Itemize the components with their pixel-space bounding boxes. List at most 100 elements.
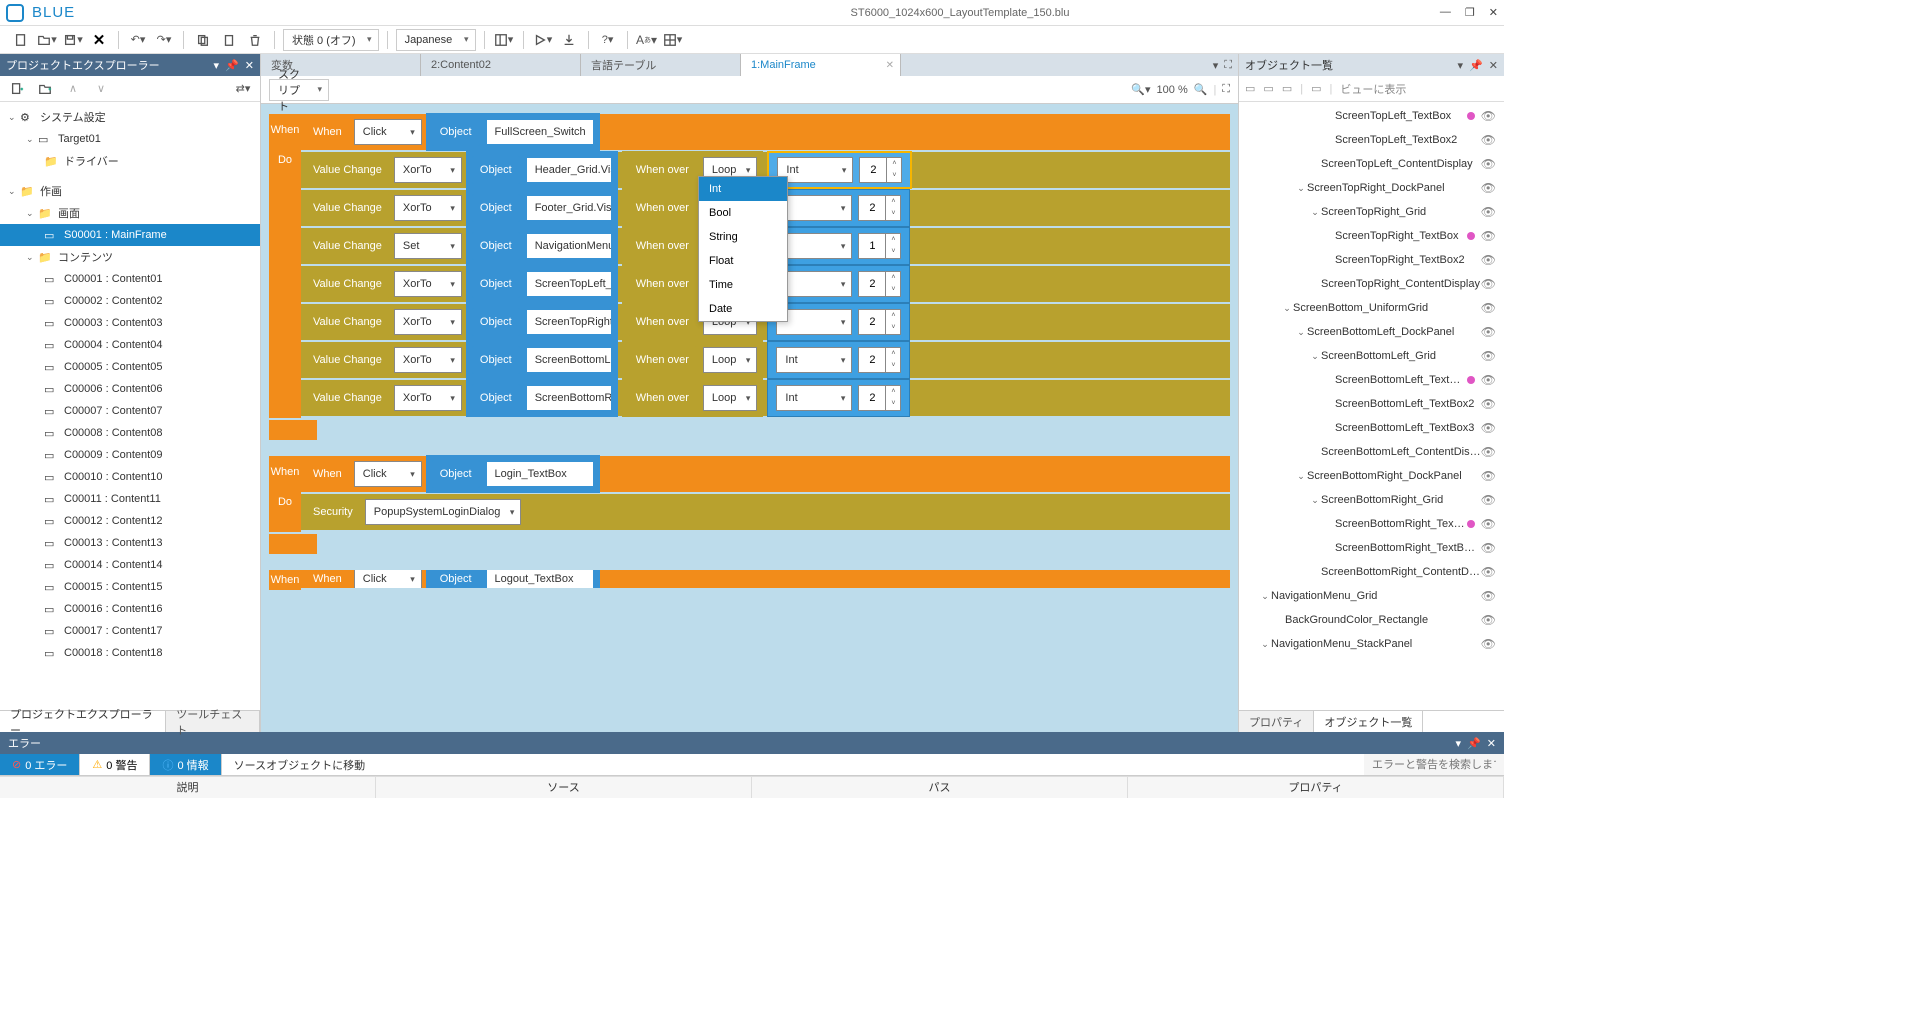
redo-icon[interactable]: ↷▾: [153, 29, 175, 51]
error-search-input[interactable]: [1364, 754, 1504, 775]
visibility-icon[interactable]: 👁: [1481, 589, 1496, 603]
copy-icon[interactable]: [192, 29, 214, 51]
delete-icon[interactable]: [244, 29, 266, 51]
object-tree-item[interactable]: ScreenBottomLeft_TextBox👁: [1239, 368, 1504, 392]
doc-tab[interactable]: 2:Content02: [421, 54, 581, 76]
tree-content-item[interactable]: ▭C00017 : Content17: [0, 620, 260, 642]
value-spinner[interactable]: ˄˅: [859, 157, 902, 183]
tree-content-item[interactable]: ▭C00018 : Content18: [0, 642, 260, 664]
object-field[interactable]: NavigationMenu_G: [526, 233, 612, 259]
op-select[interactable]: Set: [394, 233, 462, 259]
tree-content-item[interactable]: ▭C00011 : Content11: [0, 488, 260, 510]
dropdown-icon[interactable]: ▾: [1458, 59, 1464, 72]
spinner-up-icon[interactable]: ˄: [886, 348, 900, 360]
dropdown-icon[interactable]: ▾: [214, 59, 220, 72]
when-event-select[interactable]: Click: [354, 119, 422, 145]
spinner-down-icon[interactable]: ˅: [886, 398, 900, 410]
save-icon[interactable]: ▾: [62, 29, 84, 51]
object-field[interactable]: ScreenBottomLeft_C: [526, 347, 612, 373]
object-field[interactable]: ScreenTopRight_Gri: [526, 309, 612, 335]
dropdown-item[interactable]: Date: [699, 297, 787, 321]
new-file-icon[interactable]: [10, 29, 32, 51]
object-tree-item[interactable]: ⌄NavigationMenu_Grid👁: [1239, 584, 1504, 608]
col-property[interactable]: プロパティ: [1128, 777, 1504, 798]
tree-mainframe[interactable]: ▭S00001 : MainFrame: [0, 224, 260, 246]
object-field[interactable]: Footer_Grid.Visibilit: [526, 195, 612, 221]
spinner-down-icon[interactable]: ˅: [886, 208, 900, 220]
object-tree-item[interactable]: ScreenTopRight_ContentDisplay👁: [1239, 272, 1504, 296]
paste-icon[interactable]: [218, 29, 240, 51]
visibility-icon[interactable]: 👁: [1481, 157, 1496, 171]
visibility-icon[interactable]: 👁: [1481, 469, 1496, 483]
object-tree-item[interactable]: ⌄ScreenBottom_UniformGrid👁: [1239, 296, 1504, 320]
object-tree-item[interactable]: ScreenTopRight_TextBox👁: [1239, 224, 1504, 248]
object-tree-item[interactable]: ⌄ScreenBottomLeft_Grid👁: [1239, 344, 1504, 368]
visibility-icon[interactable]: 👁: [1481, 325, 1496, 339]
object-field[interactable]: FullScreen_Switch: [486, 119, 594, 145]
tree-gamen[interactable]: ⌄📁画面: [0, 202, 260, 224]
tree-content-item[interactable]: ▭C00007 : Content07: [0, 400, 260, 422]
spinner-up-icon[interactable]: ˄: [886, 196, 900, 208]
type-select[interactable]: Int: [776, 347, 852, 373]
zoom-in-icon[interactable]: 🔍: [1194, 83, 1208, 96]
doc-tab[interactable]: 1:MainFrame✕: [741, 54, 901, 76]
op-select[interactable]: XorTo: [394, 385, 462, 411]
tree-content-item[interactable]: ▭C00005 : Content05: [0, 356, 260, 378]
close-panel-icon[interactable]: ✕: [245, 59, 254, 72]
script-select[interactable]: スクリプト: [269, 79, 329, 101]
close-panel-icon[interactable]: ✕: [1487, 737, 1496, 750]
pin-icon[interactable]: 📌: [225, 59, 239, 72]
security-select[interactable]: PopupSystemLoginDialog: [365, 499, 522, 525]
object-field[interactable]: Header_Grid.Visibili: [526, 157, 612, 183]
nav-up-icon[interactable]: ∧: [62, 78, 84, 100]
visibility-icon[interactable]: 👁: [1481, 301, 1496, 315]
tree-content-item[interactable]: ▭C00016 : Content16: [0, 598, 260, 620]
dropdown-item[interactable]: String: [699, 225, 787, 249]
spinner-up-icon[interactable]: ˄: [886, 272, 900, 284]
close-panel-icon[interactable]: ✕: [1489, 59, 1498, 72]
dropdown-icon[interactable]: ▾: [1456, 737, 1462, 750]
tree-content-item[interactable]: ▭C00004 : Content04: [0, 334, 260, 356]
op-select[interactable]: XorTo: [394, 157, 462, 183]
value-spinner[interactable]: ˄˅: [858, 347, 901, 373]
dropdown-item[interactable]: Time: [699, 273, 787, 297]
zoom-out-icon[interactable]: 🔍▾: [1131, 83, 1150, 96]
object-tree-item[interactable]: ⌄ScreenBottomRight_DockPanel👁: [1239, 464, 1504, 488]
visibility-icon[interactable]: 👁: [1481, 637, 1496, 651]
tree-content-item[interactable]: ▭C00014 : Content14: [0, 554, 260, 576]
spinner-down-icon[interactable]: ˅: [886, 360, 900, 372]
grid-icon[interactable]: ▾: [662, 29, 684, 51]
whenover-select[interactable]: Loop: [703, 347, 757, 373]
visibility-icon[interactable]: 👁: [1481, 445, 1496, 459]
language-select[interactable]: Japanese: [396, 29, 476, 51]
minimize-button[interactable]: —: [1440, 6, 1451, 19]
type-select[interactable]: Int: [777, 157, 853, 183]
spinner-input[interactable]: [859, 202, 885, 214]
whenover-select[interactable]: Loop: [703, 385, 757, 411]
cancel-icon[interactable]: ✕: [88, 29, 110, 51]
object-tree-item[interactable]: ScreenBottomRight_ContentDisplay👁: [1239, 560, 1504, 584]
tree-content-item[interactable]: ▭C00002 : Content02: [0, 290, 260, 312]
object-tree-item[interactable]: ⌄ScreenBottomRight_Grid👁: [1239, 488, 1504, 512]
col-description[interactable]: 説明: [0, 777, 376, 798]
font-icon[interactable]: Aあ▾: [636, 29, 658, 51]
visibility-icon[interactable]: 👁: [1481, 181, 1496, 195]
object-tree-item[interactable]: ScreenBottomRight_TextBox2👁: [1239, 536, 1504, 560]
object-tree-item[interactable]: ScreenTopLeft_ContentDisplay👁: [1239, 152, 1504, 176]
visibility-icon[interactable]: 👁: [1481, 421, 1496, 435]
spinner-up-icon[interactable]: ˄: [886, 310, 900, 322]
tab-properties[interactable]: プロパティ: [1239, 711, 1314, 732]
visibility-icon[interactable]: 👁: [1481, 229, 1496, 243]
spinner-input[interactable]: [859, 316, 885, 328]
tree-content-item[interactable]: ▭C00013 : Content13: [0, 532, 260, 554]
tab-project-explorer[interactable]: プロジェクトエクスプローラー: [0, 711, 166, 732]
maximize-button[interactable]: ❐: [1465, 6, 1475, 19]
tab-close-icon[interactable]: ✕: [886, 60, 894, 71]
object-tree-item[interactable]: ScreenBottomLeft_TextBox3👁: [1239, 416, 1504, 440]
errors-button[interactable]: ⊘0 エラー: [0, 754, 80, 775]
when-event-select[interactable]: Click: [354, 570, 422, 590]
info-button[interactable]: ⓘ0 情報: [150, 754, 221, 775]
object-tree-item[interactable]: ⌄NavigationMenu_StackPanel👁: [1239, 632, 1504, 656]
object-tree-item[interactable]: ⌄ScreenBottomLeft_DockPanel👁: [1239, 320, 1504, 344]
visibility-icon[interactable]: 👁: [1481, 397, 1496, 411]
